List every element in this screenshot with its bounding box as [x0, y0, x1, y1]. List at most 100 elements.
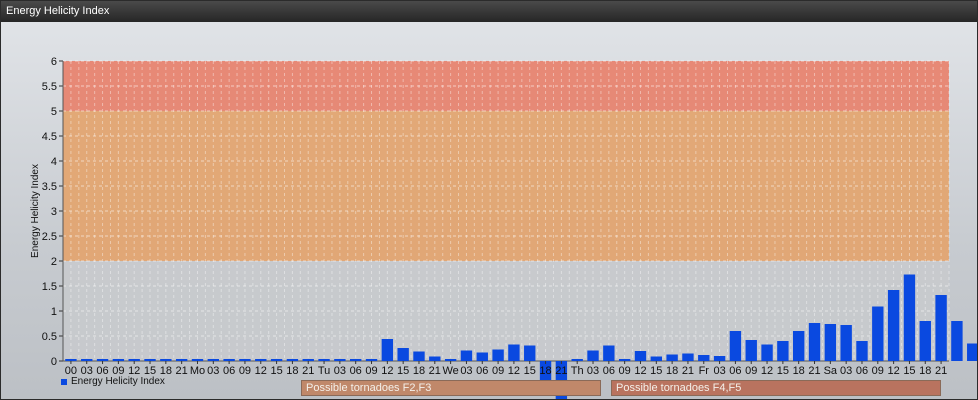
x-tick-label: 12	[634, 365, 646, 377]
tornado-band-f2-f3: Possible tornadoes F2,F3	[301, 380, 601, 396]
x-tick-label: 15	[650, 365, 662, 377]
x-tick-label: 21	[682, 365, 694, 377]
bar	[255, 359, 267, 361]
bar	[713, 356, 726, 361]
y-tick-label: 1.5	[42, 281, 57, 293]
y-tick-label: 2.5	[42, 231, 57, 243]
bar	[381, 339, 394, 361]
bar	[270, 359, 283, 361]
bar	[967, 343, 977, 361]
x-tick-label: 03	[207, 365, 219, 377]
x-tick-label: 06	[350, 365, 362, 377]
bar	[650, 356, 662, 361]
y-tick-label: 3	[51, 206, 57, 218]
x-tick-label: 12	[888, 365, 900, 377]
bar	[460, 350, 473, 361]
x-tick-label: 09	[872, 365, 884, 377]
bar	[302, 359, 314, 361]
bar	[286, 359, 299, 361]
bar	[350, 359, 362, 361]
x-tick-label: 18	[793, 365, 805, 377]
x-tick-label: 18	[413, 365, 425, 377]
bar	[334, 359, 346, 361]
x-tick-label: 03	[460, 365, 472, 377]
bar	[191, 359, 204, 361]
bar	[524, 345, 536, 361]
bar	[761, 344, 773, 361]
bar	[81, 359, 93, 361]
x-tick-label: 12	[381, 365, 393, 377]
x-tick-label: 03	[587, 365, 599, 377]
bar	[413, 351, 425, 361]
ehi-widget: Energy Helicity Index 0 0.5 1 1.5 2 2.5 3 3.5 4 4…	[0, 0, 978, 400]
x-tick-label: 12	[255, 365, 267, 377]
x-tick-label: 12	[761, 365, 773, 377]
x-tick-label: 09	[745, 365, 757, 377]
x-tick-label: Th	[571, 365, 584, 377]
x-tick-label: Tu	[318, 365, 330, 377]
bar	[919, 321, 931, 361]
x-tick-label: Fr	[699, 365, 710, 377]
y-tick-label: 6	[51, 56, 57, 68]
x-tick-label: 03	[334, 365, 346, 377]
ehi-chart: 0 0.5 1 1.5 2 2.5 3 3.5 4 4.5 5 5.5 6 Energy Helicity…	[30, 56, 977, 399]
bar	[587, 350, 599, 361]
y-tick-label: 5	[51, 106, 57, 118]
x-tick-label: 06	[856, 365, 868, 377]
x-tick-label: 18	[919, 365, 931, 377]
bar	[618, 359, 631, 361]
y-tick-label: 4	[51, 156, 57, 168]
bar	[698, 355, 710, 361]
legend-swatch	[61, 378, 67, 385]
y-tick-label: 0.5	[42, 331, 57, 343]
bar	[634, 351, 647, 361]
x-tick-label: 06	[476, 365, 488, 377]
y-tick-label: 2	[51, 256, 57, 268]
x-tick-label: 18	[286, 365, 298, 377]
x-tick-label: 15	[397, 365, 409, 377]
x-tick-label: 21	[935, 365, 947, 377]
bar	[824, 324, 837, 361]
x-tick-label: 06	[223, 365, 235, 377]
x-tick-label: Mo	[190, 365, 205, 377]
legend[interactable]: Energy Helicity Index	[61, 376, 165, 387]
bar	[571, 359, 583, 361]
bar	[223, 359, 235, 361]
bar	[745, 340, 757, 361]
bar	[840, 325, 852, 361]
bar	[397, 348, 409, 361]
x-tick-label: 15	[903, 365, 915, 377]
tornado-band-f4-f5: Possible tornadoes F4,F5	[611, 380, 941, 396]
y-tick-label: 0	[51, 356, 57, 368]
y-tick-label: 1	[51, 306, 57, 318]
x-tick-label: 18	[666, 365, 678, 377]
bar	[793, 331, 805, 361]
x-tick-label: 09	[239, 365, 251, 377]
x-tick-label: 21	[555, 365, 567, 377]
x-tick-label: Sa	[824, 365, 838, 377]
x-tick-label: 12	[508, 365, 520, 377]
bar	[144, 359, 156, 361]
x-tick-label: 21	[176, 365, 188, 377]
bar	[365, 359, 378, 361]
bar	[476, 352, 488, 361]
x-tick-label: 03	[840, 365, 852, 377]
x-tick-label: We	[442, 365, 458, 377]
x-tick-label: 21	[808, 365, 820, 377]
bar	[128, 359, 140, 361]
bar	[729, 331, 742, 361]
legend-label: Energy Helicity Index	[71, 376, 165, 387]
x-tick-label: 15	[270, 365, 282, 377]
bar	[239, 359, 251, 361]
bar	[508, 344, 520, 361]
bar	[808, 323, 821, 361]
bar	[935, 295, 947, 361]
x-tick-label: 09	[492, 365, 504, 377]
bar	[903, 274, 916, 361]
bar	[492, 349, 504, 361]
x-tick-label: 06	[603, 365, 615, 377]
bar	[872, 306, 884, 361]
bar	[96, 359, 109, 361]
bar	[682, 353, 694, 361]
x-tick-label: 18	[539, 365, 551, 377]
